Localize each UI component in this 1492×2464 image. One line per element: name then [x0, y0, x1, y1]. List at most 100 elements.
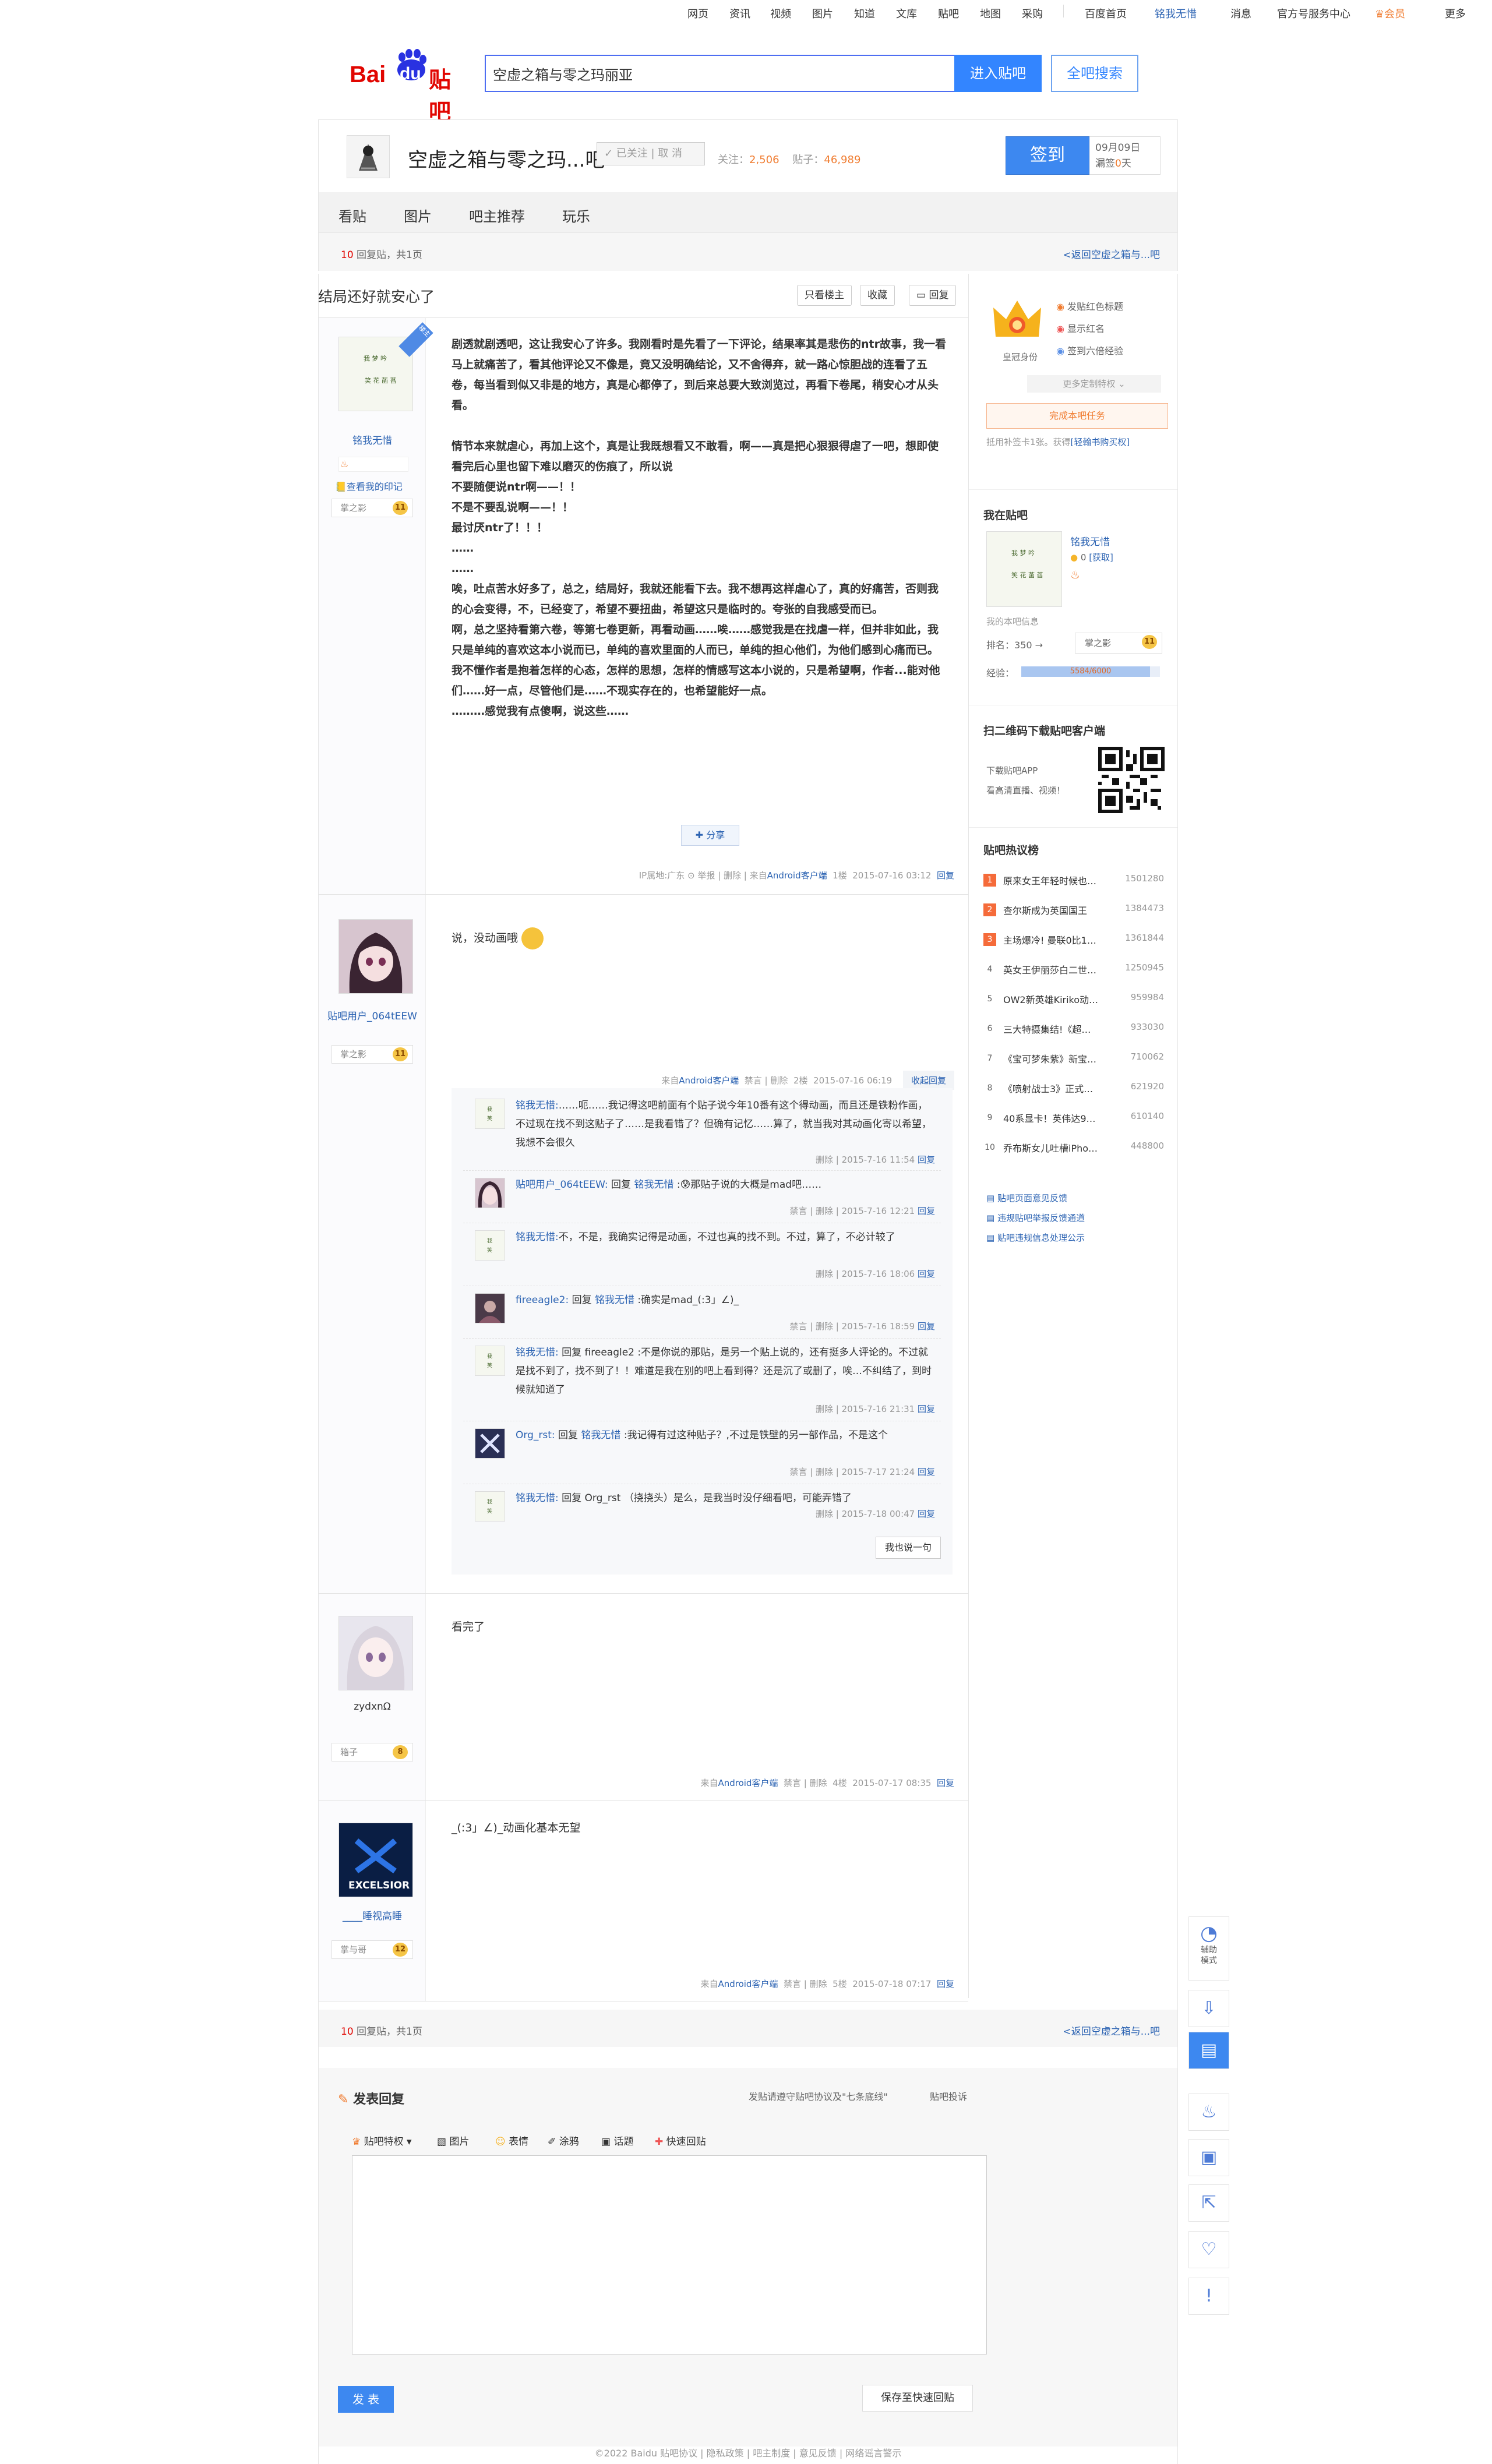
hot-topic-item[interactable]: 9 40系显卡！英伟达9… 610140 — [983, 1104, 1164, 1133]
level-badge[interactable]: 掌与哥 12 — [331, 1940, 413, 1959]
collapse-replies-button[interactable]: 收起回复 — [902, 1071, 954, 1090]
favorite-button[interactable]: 收藏 — [860, 285, 895, 306]
nav-official-center[interactable]: 官方号服务中心 — [1277, 6, 1350, 21]
avatar[interactable]: 我笑 — [475, 1230, 505, 1261]
avatar[interactable]: 我笑 — [475, 1346, 505, 1376]
get-coin-link[interactable]: [获取] — [1089, 552, 1113, 563]
sub-reply-user[interactable]: 铭我无惜: — [516, 1100, 559, 1111]
sub-reply-link[interactable]: 回复 — [918, 1404, 935, 1414]
nav-images[interactable]: 图片 — [812, 6, 833, 21]
hot-topic-item[interactable]: 10 乔布斯女儿吐槽iPho… 448800 — [983, 1134, 1164, 1163]
sub-reply-link[interactable]: 回复 — [918, 1269, 935, 1279]
message-icon[interactable]: ▤ — [1188, 2032, 1229, 2069]
complain-link[interactable]: 贴吧投诉 — [930, 2089, 967, 2103]
nav-username[interactable]: 铭我无惜 — [1155, 6, 1197, 21]
nav-video[interactable]: 视频 — [770, 6, 791, 21]
username[interactable]: zydxnΩ — [319, 1701, 426, 1713]
client-link[interactable]: Android客户端 — [718, 1778, 778, 1788]
delete-link[interactable]: 删除 — [810, 1778, 827, 1788]
username[interactable]: 铭我无惜 — [319, 432, 426, 447]
reply-link[interactable]: 回复 — [937, 870, 954, 881]
sign-in-button[interactable]: 签到 — [1006, 136, 1089, 175]
avatar[interactable] — [338, 1616, 413, 1690]
nav-web[interactable]: 网页 — [687, 6, 708, 21]
ban-link[interactable]: 禁言 — [784, 1979, 801, 1989]
avatar[interactable]: 我笑 — [475, 1491, 505, 1522]
say-something-button[interactable]: 我也说一句 — [876, 1537, 941, 1559]
hot-topic-item[interactable]: 6 三大特摄集结!《超… 933030 — [983, 1015, 1164, 1044]
avatar[interactable] — [475, 1178, 505, 1208]
back-to-forum-link[interactable]: <返回空虚之箱与...吧 — [1063, 246, 1160, 261]
only-op-button[interactable]: 只看楼主 — [797, 285, 852, 306]
reply-link[interactable]: 回复 — [937, 1979, 954, 1989]
nav-zhidao[interactable]: 知道 — [854, 6, 875, 21]
nav-baidu-home[interactable]: 百度首页 — [1085, 6, 1127, 21]
back-to-forum-link[interactable]: <返回空虚之箱与...吧 — [1063, 2023, 1160, 2038]
delete-link[interactable]: 删除 — [810, 1979, 827, 1989]
heart-icon[interactable]: ♡ — [1188, 2231, 1229, 2268]
sub-reply-link[interactable]: 回复 — [918, 1467, 935, 1477]
sub-reply-user[interactable]: 铭我无惜: — [516, 1231, 559, 1243]
sub-reply-user[interactable]: fireeagle2: — [516, 1294, 569, 1306]
tab-posts[interactable]: 看贴 — [338, 205, 366, 225]
followed-button[interactable]: ✓ 已关注 | 取 消 — [597, 142, 705, 165]
ban-link[interactable]: 禁言 — [745, 1075, 762, 1086]
hot-topic-item[interactable]: 4 英女王伊丽莎白二世… 1250945 — [983, 955, 1164, 984]
book-purchase-link[interactable]: [轻翰书购买权] — [1071, 437, 1130, 447]
nav-messages[interactable]: 消息 — [1230, 6, 1251, 21]
privilege-button[interactable]: ♛ 贴吧特权 ▾ — [352, 2133, 412, 2148]
nav-tieba[interactable]: 贴吧 — [938, 6, 959, 21]
qr-code-icon[interactable] — [1098, 747, 1165, 813]
search-all-button[interactable]: 全吧搜索 — [1051, 55, 1138, 92]
sub-reply-link[interactable]: 回复 — [918, 1206, 935, 1216]
level-badge[interactable]: 掌之影 11 — [331, 499, 413, 517]
search-input[interactable] — [486, 56, 954, 91]
username[interactable]: ____睡视高睡 — [319, 1908, 426, 1922]
level-badge[interactable]: 箱子 8 — [331, 1743, 413, 1761]
assist-mode-button[interactable]: ◔ 辅助 模式 — [1188, 1916, 1229, 1981]
hot-topic-item[interactable]: 2 查尔斯成为英国国王 1384473 — [983, 896, 1164, 925]
avatar[interactable]: 我笑 — [475, 1099, 505, 1129]
share-icon[interactable]: ⇱ — [1188, 2184, 1229, 2222]
gift-icon[interactable]: ▣ — [1188, 2139, 1229, 2176]
username[interactable]: 贴吧用户_064tEEW — [319, 1008, 426, 1022]
sub-reply-link[interactable]: 回复 — [918, 1509, 935, 1519]
baidu-tieba-logo[interactable]: Bai du 贴吧 — [350, 48, 472, 125]
cake-icon[interactable]: ♨ — [1188, 2094, 1229, 2131]
tab-images[interactable]: 图片 — [404, 205, 432, 225]
tab-recommend[interactable]: 吧主推荐 — [469, 205, 525, 225]
topic-button[interactable]: ▣ 话题 — [601, 2133, 633, 2148]
delete-link[interactable]: 删除 — [770, 1075, 788, 1086]
client-link[interactable]: Android客户端 — [718, 1979, 778, 1989]
share-button[interactable]: ✚ 分享 — [681, 825, 739, 846]
forum-name[interactable]: 空虚之箱与零之玛...吧 — [408, 144, 605, 172]
client-link[interactable]: Android客户端 — [679, 1075, 739, 1086]
hot-topic-item[interactable]: 3 主场爆冷! 曼联0比1… 1361844 — [983, 926, 1164, 955]
hot-topic-item[interactable]: 7 《宝可梦朱紫》新宝… 710062 — [983, 1044, 1164, 1074]
nav-wenku[interactable]: 文库 — [896, 6, 917, 21]
reply-link[interactable]: 回复 — [937, 1778, 954, 1788]
avatar[interactable] — [475, 1293, 505, 1323]
my-level-badge[interactable]: 掌之影 11 — [1075, 633, 1162, 654]
tab-fun[interactable]: 玩乐 — [562, 205, 590, 225]
delete-link[interactable]: 删除 — [724, 870, 741, 881]
nav-more[interactable]: 更多 — [1445, 6, 1466, 21]
sub-reply-user[interactable]: 贴吧用户_064tEEW: — [516, 1179, 608, 1191]
hot-topic-item[interactable]: 8 《喷射战士3》正式… 621920 — [983, 1074, 1164, 1103]
feedback-link[interactable]: ▤ 贴吧页面意见反馈 — [986, 1188, 1085, 1208]
image-button[interactable]: ▧ 图片 — [437, 2133, 469, 2148]
emoji-button[interactable]: ☺ 表情 — [495, 2133, 528, 2148]
avatar[interactable] — [475, 1428, 505, 1459]
forum-avatar[interactable] — [347, 135, 390, 178]
avatar[interactable] — [338, 919, 413, 994]
rules-link[interactable]: 发贴请遵守贴吧协议及"七条底线" — [749, 2089, 888, 2103]
my-avatar[interactable]: 我 梦 吟笑 花 菡 萏 — [986, 531, 1062, 607]
quick-reply-button[interactable]: ✚ 快速回贴 — [655, 2133, 706, 2148]
report-channel-link[interactable]: ▤ 违规贴吧举报反馈通道 — [986, 1208, 1085, 1228]
sub-reply-link[interactable]: 回复 — [918, 1321, 935, 1332]
do-task-button[interactable]: 完成本吧任务 — [986, 403, 1168, 429]
sub-reply-user[interactable]: Org_rst: — [516, 1429, 555, 1441]
sub-reply-user[interactable]: 铭我无惜: — [516, 1347, 559, 1358]
hot-topic-item[interactable]: 5 OW2新英雄Kiriko动… 959984 — [983, 985, 1164, 1014]
save-quick-reply-button[interactable]: 保存至快速回贴 — [862, 2385, 973, 2412]
